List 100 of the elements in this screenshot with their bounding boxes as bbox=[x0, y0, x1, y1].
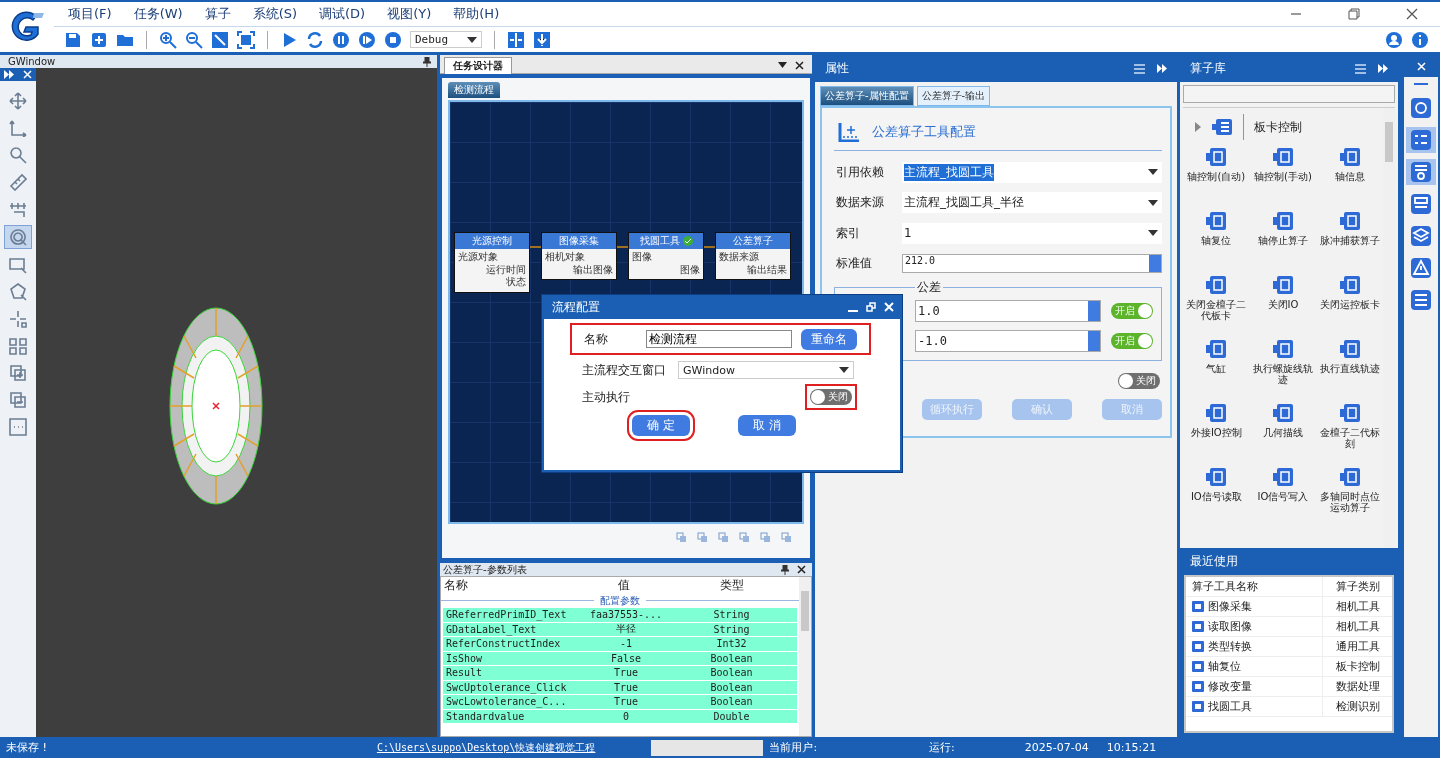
project-path-link[interactable]: C:\Users\suppo\Desktop\快速创建视觉工程 bbox=[376, 740, 596, 755]
port-label: 状态 bbox=[505, 276, 526, 289]
toggle-switch[interactable]: 关闭 bbox=[810, 389, 852, 405]
field-label: 主动执行 bbox=[582, 388, 631, 406]
operator-item[interactable]: 关闭IO bbox=[1249, 274, 1317, 332]
step-icon[interactable] bbox=[358, 30, 376, 49]
new-icon[interactable] bbox=[90, 30, 108, 49]
user-label: 当前用户: bbox=[769, 740, 818, 755]
search-field[interactable] bbox=[1183, 85, 1395, 103]
select-field[interactable]: 主流程_找圆工具_半径 bbox=[902, 192, 1162, 214]
operator-item[interactable]: 轴信息 bbox=[1316, 146, 1383, 204]
expand-icon[interactable] bbox=[4, 70, 15, 79]
operator-item[interactable]: 气缸 bbox=[1183, 338, 1250, 396]
table-cell[interactable]: 找圆工具 bbox=[1186, 697, 1323, 716]
number-field[interactable]: -1.0 bbox=[915, 330, 1101, 352]
menu-item[interactable]: 项目(F) bbox=[68, 5, 112, 23]
zoom-out-icon[interactable] bbox=[185, 30, 203, 49]
designer-tab[interactable]: 任务设计器 bbox=[444, 56, 512, 74]
panel-title: GWindow bbox=[8, 56, 56, 67]
table-cell-text: String bbox=[712, 623, 751, 635]
flow-node[interactable]: 光源控制 光源对象 运行时间 状态 bbox=[454, 232, 530, 293]
close-icon[interactable] bbox=[797, 565, 806, 574]
tab[interactable]: 公差算子-输出 bbox=[916, 86, 991, 106]
menu-icon[interactable] bbox=[1134, 63, 1145, 74]
toggle-switch[interactable]: 关闭 bbox=[1118, 373, 1160, 389]
panel-icon bbox=[1409, 192, 1433, 216]
table-cell[interactable]: 类型转换 bbox=[1186, 637, 1323, 656]
flow-node[interactable]: 图像采集 相机对象 输出图像 bbox=[541, 232, 617, 280]
category-header[interactable]: 板卡控制 bbox=[1183, 108, 1383, 146]
field-label: 标准值 bbox=[835, 255, 873, 273]
save-icon[interactable] bbox=[64, 30, 82, 49]
field-label: 主流程交互窗口 bbox=[582, 361, 667, 379]
table-cell[interactable]: 轴复位 bbox=[1186, 657, 1323, 676]
operator-item[interactable]: IO信号写入 bbox=[1249, 466, 1317, 524]
expand-icon[interactable] bbox=[1378, 64, 1388, 73]
module-icon bbox=[1272, 466, 1294, 488]
operator-item[interactable]: 关闭金檀子二代板卡 bbox=[1183, 274, 1250, 332]
table-cell[interactable]: 图像采集 bbox=[1186, 597, 1323, 616]
rename-button[interactable]: 重命名 bbox=[801, 328, 857, 350]
tool-button[interactable] bbox=[4, 225, 32, 249]
menu-item[interactable]: 调试(D) bbox=[319, 5, 366, 23]
cancel-button[interactable]: 取 消 bbox=[738, 415, 796, 436]
name-field[interactable]: 检测流程 bbox=[646, 330, 792, 348]
operator-item[interactable]: 执行螺旋线轨迹 bbox=[1249, 338, 1317, 396]
pause-icon[interactable] bbox=[332, 30, 350, 49]
side-tool-button[interactable] bbox=[1406, 159, 1436, 185]
user-icon[interactable] bbox=[1385, 30, 1403, 49]
operator-item[interactable]: IO信号读取 bbox=[1183, 466, 1250, 524]
operator-item[interactable]: 多轴同时点位运动算子 bbox=[1316, 466, 1383, 524]
operator-item[interactable]: 金檀子二代标刻 bbox=[1316, 402, 1383, 460]
tool-icon bbox=[9, 283, 27, 301]
menu-item[interactable]: 任务(W) bbox=[133, 5, 183, 23]
module-icon bbox=[1338, 402, 1361, 424]
fullscreen-icon[interactable] bbox=[237, 30, 255, 49]
run-mode-dropdown[interactable]: Debug bbox=[410, 31, 482, 48]
select-field[interactable]: 1 bbox=[902, 222, 1162, 244]
operator-item[interactable]: 几何描线 bbox=[1249, 402, 1317, 460]
zoom-in-icon[interactable] bbox=[159, 30, 177, 49]
close-icon[interactable] bbox=[795, 60, 804, 70]
split-icon[interactable] bbox=[507, 30, 525, 49]
tab[interactable]: 公差算子-属性配置 bbox=[820, 86, 914, 106]
window-select[interactable]: GWindow bbox=[678, 361, 854, 379]
pin-icon[interactable] bbox=[781, 564, 789, 575]
menu-item[interactable]: 帮助(H) bbox=[453, 5, 500, 23]
tool-icon bbox=[1192, 661, 1204, 672]
menu-icon[interactable] bbox=[1355, 63, 1366, 74]
operator-item[interactable]: 脉冲捕获算子 bbox=[1316, 210, 1383, 268]
operator-item[interactable]: 轴控制(自动) bbox=[1183, 146, 1250, 204]
side-tool-button[interactable] bbox=[1406, 127, 1436, 153]
refresh-icon[interactable] bbox=[306, 30, 324, 49]
menu-item[interactable]: 视图(Y) bbox=[387, 5, 432, 23]
number-field[interactable]: 1.0 bbox=[915, 300, 1101, 322]
table-cell[interactable]: 修改变量 bbox=[1186, 677, 1323, 696]
expand-icon[interactable] bbox=[1157, 64, 1167, 73]
operator-item[interactable]: 轴复位 bbox=[1183, 210, 1250, 268]
menu-item[interactable]: 算子 bbox=[204, 5, 231, 23]
tool-icon bbox=[9, 146, 27, 164]
download-icon[interactable] bbox=[533, 30, 551, 49]
operator-item[interactable]: 外接IO控制 bbox=[1183, 402, 1250, 460]
flow-node[interactable]: 找圆工具 图像 图像 bbox=[628, 232, 704, 280]
flow-node[interactable]: 公差算子 数据来源 输出结果 bbox=[715, 232, 791, 280]
menu-item[interactable]: 系统(S) bbox=[252, 5, 298, 23]
flow-tab[interactable]: 检测流程 bbox=[448, 82, 500, 98]
number-field[interactable]: 212.0 bbox=[902, 254, 1162, 274]
pin-icon[interactable] bbox=[423, 56, 431, 67]
operator-item[interactable]: 关闭运控板卡 bbox=[1316, 274, 1383, 332]
dropdown-icon[interactable] bbox=[778, 62, 787, 68]
table-cell-text: 相机工具 bbox=[1334, 619, 1381, 634]
stop-icon[interactable] bbox=[384, 30, 402, 49]
scrollbar[interactable] bbox=[799, 577, 811, 736]
select-field[interactable]: 主流程_找圆工具 bbox=[902, 161, 1162, 183]
operator-item[interactable]: 轴停止算子 bbox=[1249, 210, 1317, 268]
fit-icon[interactable] bbox=[211, 30, 229, 49]
operator-item[interactable]: 轴控制(手动) bbox=[1249, 146, 1317, 204]
table-cell[interactable]: 读取图像 bbox=[1186, 617, 1323, 636]
close-icon[interactable] bbox=[1405, 7, 1419, 21]
restore-icon[interactable] bbox=[1347, 7, 1361, 21]
column-header: 名称 bbox=[443, 577, 469, 594]
info-icon[interactable] bbox=[1411, 30, 1429, 49]
operator-item[interactable]: 执行直线轨迹 bbox=[1316, 338, 1383, 396]
